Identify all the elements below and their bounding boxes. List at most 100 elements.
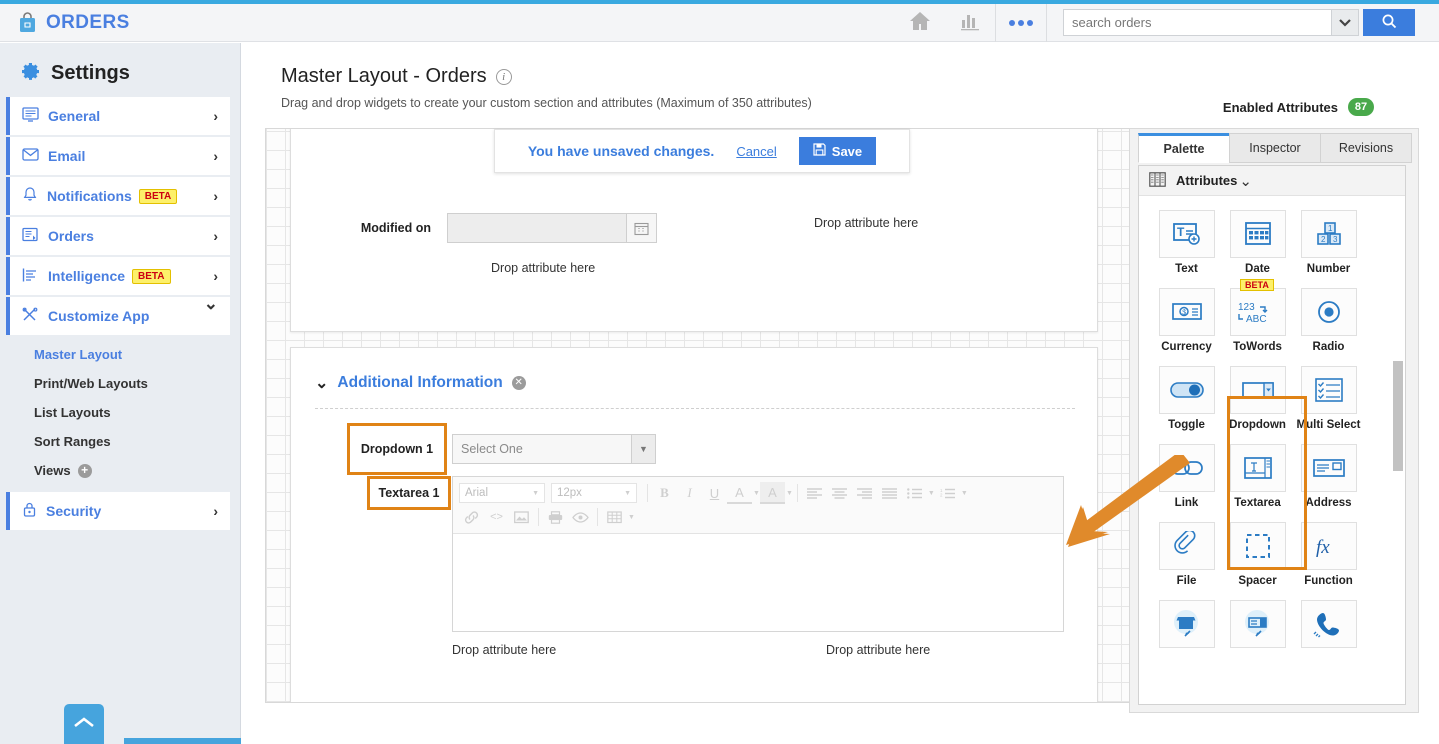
sidebar-item-security[interactable]: Security › xyxy=(6,492,230,530)
sidebar-subitem-sort-ranges[interactable]: Sort Ranges xyxy=(34,434,240,449)
multi-select-icon[interactable] xyxy=(1301,366,1357,414)
underline-icon[interactable]: U xyxy=(702,482,727,504)
caret-down-icon[interactable]: ▼ xyxy=(786,490,793,497)
address-card-icon[interactable] xyxy=(1301,444,1357,492)
palette-widget-address[interactable]: Address xyxy=(1293,444,1364,509)
bullet-list-icon[interactable] xyxy=(902,482,927,504)
dropdown-field-control[interactable]: Select One ▼ xyxy=(452,434,656,464)
palette-widget-text[interactable]: T Text xyxy=(1151,210,1222,275)
palette-widget-function[interactable]: fx Function xyxy=(1293,522,1364,587)
reports-button[interactable] xyxy=(945,4,995,42)
palette-widget-dropdown[interactable]: Dropdown xyxy=(1222,366,1293,431)
sidebar-item-intelligence[interactable]: Intelligence BETA › xyxy=(6,257,230,295)
code-icon[interactable]: <> xyxy=(484,506,509,528)
close-circle-icon[interactable]: ✕ xyxy=(512,376,526,390)
rte-font-family-select[interactable]: Arial ▼ xyxy=(459,483,545,503)
sidebar-subitem-views[interactable]: Views + xyxy=(34,463,240,478)
modified-on-input[interactable] xyxy=(447,213,627,243)
text-field-icon[interactable]: T xyxy=(1159,210,1215,258)
search-scope-dropdown[interactable] xyxy=(1331,9,1359,36)
palette-widget-card-lookup[interactable] xyxy=(1222,600,1293,653)
caret-down-icon[interactable]: ▼ xyxy=(632,434,656,464)
palette-widget-radio[interactable]: Radio xyxy=(1293,288,1364,353)
align-center-icon[interactable] xyxy=(827,482,852,504)
toggle-icon[interactable] xyxy=(1159,366,1215,414)
drop-hint[interactable]: Drop attribute here xyxy=(814,216,918,230)
palette-widget-towords[interactable]: BETA 123ABC ToWords xyxy=(1222,288,1293,353)
section-header[interactable]: ⌄ Additional Information ✕ xyxy=(315,373,526,393)
palette-widget-file[interactable]: File xyxy=(1151,522,1222,587)
drop-hint[interactable]: Drop attribute here xyxy=(491,261,595,275)
align-right-icon[interactable] xyxy=(852,482,877,504)
scroll-to-top-button[interactable] xyxy=(64,704,104,744)
function-fx-icon[interactable]: fx xyxy=(1301,522,1357,570)
sidebar-subitem-master-layout[interactable]: Master Layout xyxy=(34,347,240,362)
card-lookup-icon[interactable] xyxy=(1230,600,1286,648)
layout-canvas[interactable]: ‹ xyxy=(265,128,1155,703)
search-button[interactable] xyxy=(1363,9,1415,36)
chevron-down-icon[interactable]: ⌄ xyxy=(1239,172,1252,190)
attributes-group-header[interactable]: Attributes ⌄ xyxy=(1139,166,1405,196)
palette-widget-spacer[interactable]: Spacer xyxy=(1222,522,1293,587)
money-icon[interactable]: $ xyxy=(1159,288,1215,336)
sidebar-subitem-print-web-layouts[interactable]: Print/Web Layouts xyxy=(34,376,240,391)
sidebar-item-notifications[interactable]: Notifications BETA › xyxy=(6,177,230,215)
textarea-icon[interactable] xyxy=(1230,444,1286,492)
palette-widget-date[interactable]: Date xyxy=(1222,210,1293,275)
align-left-icon[interactable] xyxy=(802,482,827,504)
numbered-list-icon[interactable]: 12 xyxy=(935,482,960,504)
number-blocks-icon[interactable]: 123 xyxy=(1301,210,1357,258)
save-button[interactable]: Save xyxy=(799,137,876,165)
phone-icon[interactable] xyxy=(1301,600,1357,648)
canvas-collapse-handle[interactable]: ‹ xyxy=(265,422,266,466)
palette-widget-phone[interactable] xyxy=(1293,600,1364,653)
home-button[interactable] xyxy=(895,4,945,42)
chevron-down-icon[interactable]: ⌄ xyxy=(315,373,328,393)
caret-down-icon[interactable]: ▼ xyxy=(961,490,968,497)
tab-inspector[interactable]: Inspector xyxy=(1229,133,1321,163)
search-input[interactable] xyxy=(1063,9,1331,36)
caret-down-icon[interactable]: ▼ xyxy=(628,514,635,521)
palette-widget-link[interactable]: Link xyxy=(1151,444,1222,509)
cancel-button[interactable]: Cancel xyxy=(736,144,776,159)
radio-button-icon[interactable] xyxy=(1301,288,1357,336)
store-lookup-icon[interactable] xyxy=(1159,600,1215,648)
image-icon[interactable] xyxy=(509,506,534,528)
tab-palette[interactable]: Palette xyxy=(1138,133,1230,163)
italic-icon[interactable]: I xyxy=(677,482,702,504)
info-icon[interactable]: i xyxy=(496,69,512,85)
palette-widget-currency[interactable]: $ Currency xyxy=(1151,288,1222,353)
drop-hint[interactable]: Drop attribute here xyxy=(826,643,930,657)
align-justify-icon[interactable] xyxy=(877,482,902,504)
link-chain-icon[interactable] xyxy=(1159,444,1215,492)
calendar-icon[interactable] xyxy=(1230,210,1286,258)
tab-revisions[interactable]: Revisions xyxy=(1320,133,1412,163)
spacer-dashed-icon[interactable] xyxy=(1230,522,1286,570)
sidebar-item-general[interactable]: General › xyxy=(6,97,230,135)
palette-widget-textarea[interactable]: Textarea xyxy=(1222,444,1293,509)
sidebar-subitem-list-layouts[interactable]: List Layouts xyxy=(34,405,240,420)
paperclip-icon[interactable] xyxy=(1159,522,1215,570)
to-words-icon[interactable]: 123ABC xyxy=(1230,288,1286,336)
more-menu-button[interactable] xyxy=(996,4,1046,42)
print-icon[interactable] xyxy=(543,506,568,528)
palette-widget-number[interactable]: 123 Number xyxy=(1293,210,1364,275)
link-icon[interactable] xyxy=(459,506,484,528)
brand[interactable]: ORDERS xyxy=(0,12,222,34)
sidebar-item-email[interactable]: Email › xyxy=(6,137,230,175)
bold-icon[interactable]: B xyxy=(652,482,677,504)
highlight-color-icon[interactable]: A xyxy=(760,482,785,504)
add-view-icon[interactable]: + xyxy=(78,464,92,478)
palette-widget-store-lookup[interactable] xyxy=(1151,600,1222,653)
sidebar-item-orders[interactable]: Orders › xyxy=(6,217,230,255)
font-color-icon[interactable]: A xyxy=(727,482,752,504)
calendar-icon[interactable] xyxy=(627,213,657,243)
textarea-editor-body[interactable] xyxy=(453,534,1063,630)
table-icon[interactable] xyxy=(602,506,627,528)
preview-eye-icon[interactable] xyxy=(568,506,593,528)
rte-font-size-select[interactable]: 12px ▼ xyxy=(551,483,637,503)
palette-widget-multi-select[interactable]: Multi Select xyxy=(1293,366,1364,431)
sidebar-item-customize-app[interactable]: Customize App ⌄ xyxy=(6,297,230,335)
textarea-rich-editor[interactable]: Arial ▼ 12px ▼ B I U A ▼ A xyxy=(452,476,1064,632)
dropdown-icon[interactable] xyxy=(1230,366,1286,414)
